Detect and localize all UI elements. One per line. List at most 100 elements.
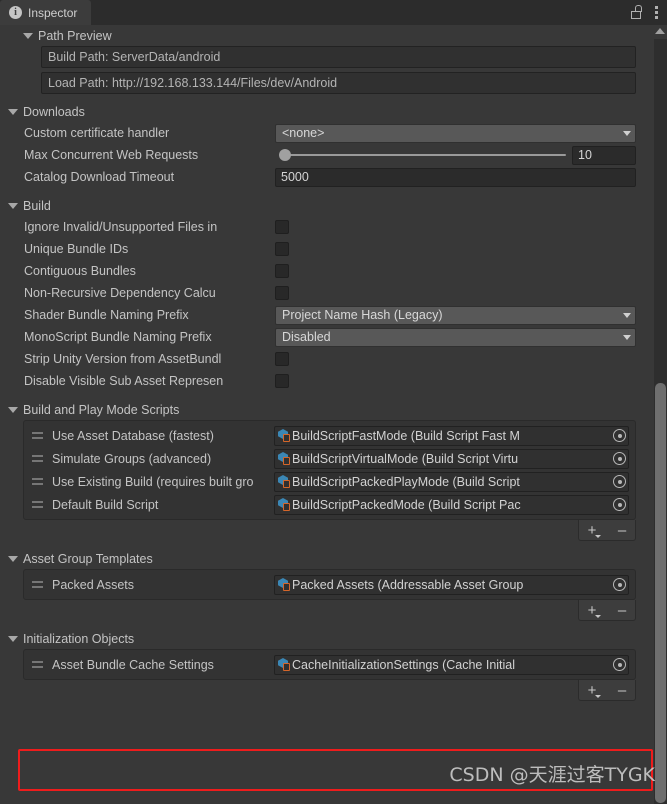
list-item[interactable]: Default Build Script BuildScriptPackedMo… <box>24 493 635 516</box>
list-add-remove-bar: + – <box>578 600 636 621</box>
unique-bundle-ids-label: Unique Bundle IDs <box>24 242 129 256</box>
row-max-concurrent-web-requests: Max Concurrent Web Requests 10 <box>0 144 652 166</box>
object-picker-icon[interactable] <box>613 429 626 442</box>
scriptable-object-icon <box>278 429 291 442</box>
scriptable-object-icon <box>278 475 291 488</box>
list-item[interactable]: Simulate Groups (advanced) BuildScriptVi… <box>24 447 635 470</box>
contiguous-bundles-checkbox[interactable] <box>275 264 289 278</box>
scrollbar-thumb[interactable] <box>655 383 666 803</box>
disable-visible-sub-asset-checkbox[interactable] <box>275 374 289 388</box>
drag-handle-icon[interactable] <box>32 581 44 588</box>
strip-unity-version-label: Strip Unity Version from AssetBundl <box>24 352 222 366</box>
object-picker-icon[interactable] <box>613 578 626 591</box>
custom-certificate-handler-value: <none> <box>282 126 325 140</box>
chevron-down-icon <box>8 108 18 115</box>
chevron-down-icon <box>595 535 601 538</box>
slider-knob[interactable] <box>279 149 291 161</box>
list-item[interactable]: Use Existing Build (requires built gro B… <box>24 470 635 493</box>
strip-unity-version-checkbox[interactable] <box>275 352 289 366</box>
tab-inspector-label: Inspector <box>28 5 78 20</box>
drag-handle-icon[interactable] <box>32 478 44 485</box>
object-field-value: CacheInitializationSettings (Cache Initi… <box>292 657 516 672</box>
custom-certificate-handler-dropdown[interactable]: <none> <box>275 123 636 143</box>
foldout-initialization-objects[interactable]: Initialization Objects <box>0 628 652 649</box>
max-concurrent-web-requests-slider[interactable] <box>275 146 566 165</box>
asset-group-templates-list-footer: + – <box>0 600 636 621</box>
remove-button[interactable]: – <box>614 602 630 618</box>
scriptable-object-icon <box>278 498 291 511</box>
chevron-down-icon <box>8 555 18 562</box>
object-field[interactable]: BuildScriptPackedPlayMode (Build Script <box>274 471 629 492</box>
monoscript-bundle-naming-prefix-value: Disabled <box>282 330 331 344</box>
object-field[interactable]: BuildScriptVirtualMode (Build Script Vir… <box>274 448 629 469</box>
drag-handle-icon[interactable] <box>32 501 44 508</box>
list-item[interactable]: Asset Bundle Cache Settings CacheInitial… <box>24 653 635 676</box>
object-field-value: BuildScriptFastMode (Build Script Fast M <box>292 428 520 443</box>
non-recursive-dependency-checkbox[interactable] <box>275 286 289 300</box>
object-field-value: BuildScriptVirtualMode (Build Script Vir… <box>292 451 519 466</box>
monoscript-bundle-naming-prefix-dropdown[interactable]: Disabled <box>275 327 636 347</box>
ignore-invalid-files-checkbox[interactable] <box>275 220 289 234</box>
foldout-asset-group-templates[interactable]: Asset Group Templates <box>0 548 652 569</box>
row-contiguous-bundles: Contiguous Bundles <box>0 260 652 282</box>
object-picker-icon[interactable] <box>613 452 626 465</box>
watermark-text: CSDN @天涯过客TYGK <box>449 764 655 786</box>
foldout-path-preview[interactable]: Path Preview <box>0 25 652 46</box>
object-picker-icon[interactable] <box>613 475 626 488</box>
foldout-path-preview-label: Path Preview <box>38 28 112 43</box>
object-picker-icon[interactable] <box>613 658 626 671</box>
object-field[interactable]: Packed Assets (Addressable Asset Group <box>274 574 629 595</box>
inspector-panel: Path Preview Build Path: ServerData/andr… <box>0 25 667 804</box>
list-item[interactable]: Packed Assets Packed Assets (Addressable… <box>24 573 635 596</box>
shader-bundle-naming-prefix-value: Project Name Hash (Legacy) <box>282 308 443 322</box>
list-item-label: Use Existing Build (requires built gro <box>52 474 254 489</box>
unique-bundle-ids-checkbox[interactable] <box>275 242 289 256</box>
foldout-build-label: Build <box>23 198 51 213</box>
list-add-remove-bar: + – <box>578 680 636 701</box>
row-shader-bundle-naming-prefix: Shader Bundle Naming Prefix Project Name… <box>0 304 652 326</box>
chevron-down-icon <box>23 32 33 39</box>
chevron-down-icon <box>595 695 601 698</box>
add-button[interactable]: + <box>584 602 601 618</box>
chevron-down-icon <box>595 615 601 618</box>
scriptable-object-icon <box>278 658 291 671</box>
foldout-build-and-play-mode-scripts[interactable]: Build and Play Mode Scripts <box>0 399 652 420</box>
object-picker-icon[interactable] <box>613 498 626 511</box>
row-catalog-download-timeout: Catalog Download Timeout 5000 <box>0 166 652 188</box>
info-icon: i <box>9 6 22 19</box>
load-path-field: Load Path: http://192.168.133.144/Files/… <box>41 72 636 94</box>
list-item-label: Simulate Groups (advanced) <box>52 451 212 466</box>
build-and-play-mode-scripts-list: Use Asset Database (fastest) BuildScript… <box>23 420 636 520</box>
drag-handle-icon[interactable] <box>32 455 44 462</box>
foldout-build-and-play-mode-scripts-label: Build and Play Mode Scripts <box>23 402 180 417</box>
contiguous-bundles-label: Contiguous Bundles <box>24 264 136 278</box>
object-field[interactable]: BuildScriptPackedMode (Build Script Pac <box>274 494 629 515</box>
foldout-build[interactable]: Build <box>0 195 652 216</box>
lock-icon[interactable] <box>631 5 645 20</box>
disable-visible-sub-asset-label: Disable Visible Sub Asset Represen <box>24 374 224 388</box>
kebab-menu-icon[interactable] <box>654 6 658 19</box>
row-monoscript-bundle-naming-prefix: MonoScript Bundle Naming Prefix Disabled <box>0 326 652 348</box>
remove-button[interactable]: – <box>614 682 630 698</box>
add-button[interactable]: + <box>584 682 601 698</box>
drag-handle-icon[interactable] <box>32 432 44 439</box>
object-field-value: BuildScriptPackedMode (Build Script Pac <box>292 497 521 512</box>
remove-button[interactable]: – <box>614 522 630 538</box>
object-field[interactable]: CacheInitializationSettings (Cache Initi… <box>274 654 629 675</box>
shader-bundle-naming-prefix-dropdown[interactable]: Project Name Hash (Legacy) <box>275 305 636 325</box>
tab-inspector[interactable]: i Inspector <box>0 0 92 25</box>
list-item[interactable]: Use Asset Database (fastest) BuildScript… <box>24 424 635 447</box>
row-non-recursive-dependency: Non-Recursive Dependency Calcu <box>0 282 652 304</box>
add-button[interactable]: + <box>584 522 601 538</box>
vertical-scrollbar[interactable] <box>652 25 667 804</box>
drag-handle-icon[interactable] <box>32 661 44 668</box>
catalog-download-timeout-label: Catalog Download Timeout <box>24 170 175 184</box>
max-concurrent-web-requests-input[interactable]: 10 <box>572 145 636 165</box>
slider-track <box>283 154 566 156</box>
object-field[interactable]: BuildScriptFastMode (Build Script Fast M <box>274 425 629 446</box>
scroll-up-arrow-icon[interactable] <box>655 28 665 34</box>
foldout-downloads[interactable]: Downloads <box>0 101 652 122</box>
catalog-download-timeout-input[interactable]: 5000 <box>275 167 636 187</box>
